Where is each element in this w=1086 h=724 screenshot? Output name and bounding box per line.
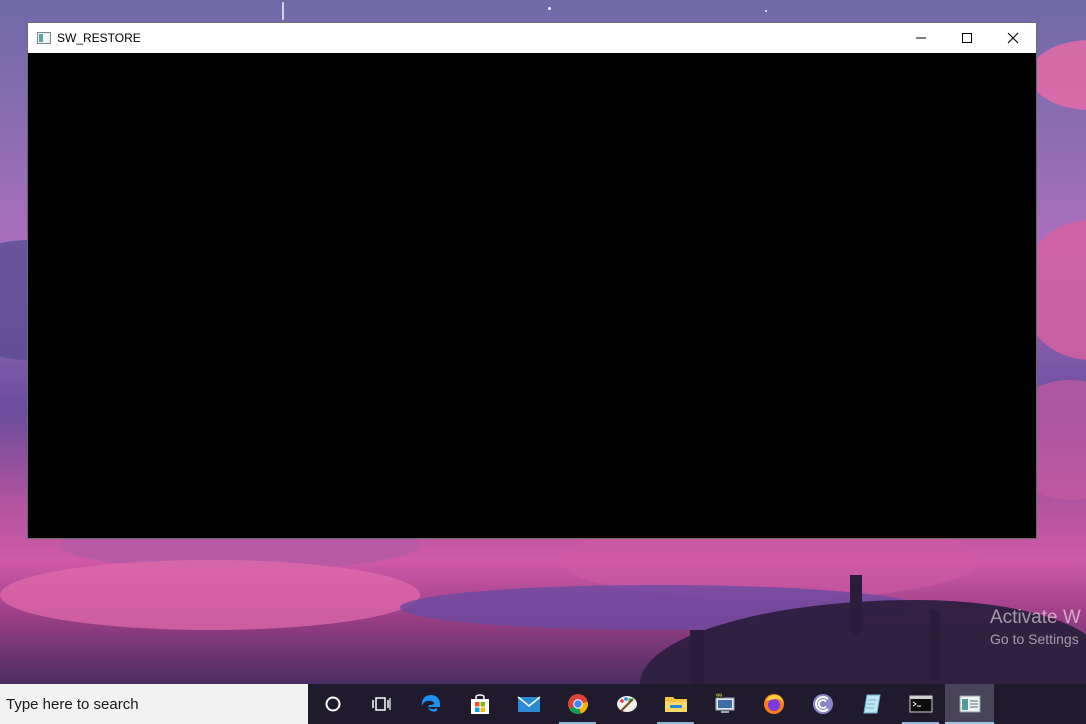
window-title: SW_RESTORE: [57, 31, 141, 45]
chrome-button[interactable]: [553, 684, 602, 724]
mail-icon: [517, 696, 540, 712]
activation-watermark: Activate W Go to Settings: [990, 607, 1081, 647]
file-explorer-icon: [664, 697, 687, 712]
maximize-icon: [962, 33, 972, 43]
edge-icon: [421, 695, 440, 712]
bittorrent-button[interactable]: [798, 684, 847, 724]
paint-icon: [616, 696, 637, 712]
window-controls: [898, 23, 1036, 53]
cortana-icon: [325, 696, 340, 712]
mail-button[interactable]: [504, 684, 553, 724]
command-prompt-button[interactable]: [896, 684, 945, 724]
close-icon: [1007, 32, 1019, 44]
bittorrent-icon: [812, 694, 833, 714]
window-client-area[interactable]: [28, 53, 1036, 538]
device-manager-button[interactable]: 99: [700, 684, 749, 724]
file-explorer-button[interactable]: [651, 684, 700, 724]
sw-restore-app-icon: [959, 695, 980, 713]
taskbar: Type here to search 99: [0, 684, 1086, 724]
app-window: SW_RESTORE: [27, 22, 1037, 539]
title-bar[interactable]: SW_RESTORE: [28, 23, 1036, 53]
close-button[interactable]: [990, 23, 1036, 53]
firefox-icon: [763, 694, 784, 714]
device-manager-icon: 99: [714, 693, 734, 713]
firefox-button[interactable]: [749, 684, 798, 724]
app-icon[interactable]: [37, 32, 51, 44]
maximize-button[interactable]: [944, 23, 990, 53]
minimize-icon: [916, 37, 926, 39]
store-icon: [470, 694, 489, 714]
minimize-button[interactable]: [898, 23, 944, 53]
chrome-icon: [567, 694, 588, 714]
task-view-icon: [371, 697, 391, 711]
paint-button[interactable]: [602, 684, 651, 724]
notepad-icon: [862, 694, 881, 714]
taskbar-search-box[interactable]: Type here to search: [0, 684, 308, 724]
store-button[interactable]: [455, 684, 504, 724]
task-view-button[interactable]: [357, 684, 406, 724]
activation-watermark-subtitle: Go to Settings: [990, 631, 1079, 647]
svg-text:99: 99: [716, 694, 722, 700]
cortana-button[interactable]: [308, 684, 357, 724]
activation-watermark-title: Activate W: [990, 607, 1081, 628]
command-prompt-icon: [909, 695, 932, 713]
search-placeholder: Type here to search: [6, 695, 139, 713]
sw-restore-app-button[interactable]: [945, 684, 994, 724]
notepad-button[interactable]: [847, 684, 896, 724]
edge-button[interactable]: [406, 684, 455, 724]
